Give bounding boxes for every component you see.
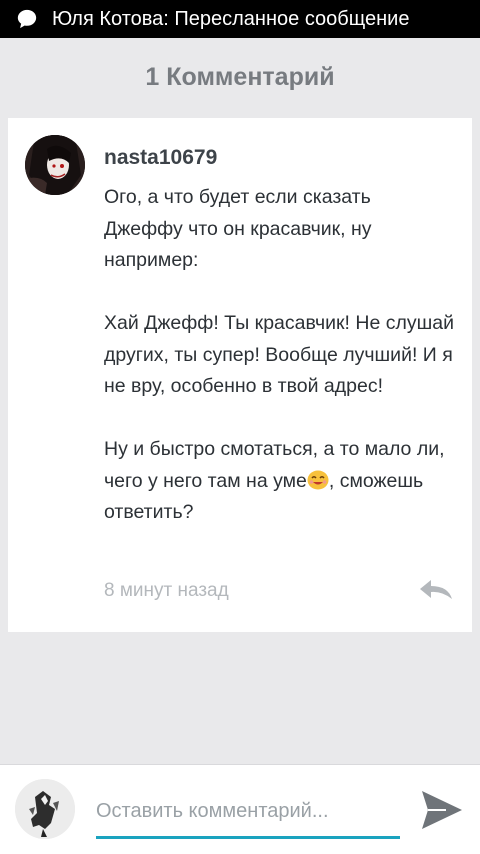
comment-text: Ого, а что будет если сказать Джеффу что… <box>104 182 454 529</box>
smiling-face-emoji <box>307 469 329 489</box>
comment-text-main: Ого, а что будет если сказать Джеффу что… <box>104 186 454 492</box>
comment-card: nasta10679 Ого, а что будет если сказать… <box>8 118 472 632</box>
comment-username[interactable]: nasta10679 <box>104 146 217 170</box>
chat-bubble-icon <box>16 8 38 30</box>
user-avatar[interactable] <box>25 135 85 195</box>
my-avatar[interactable] <box>15 779 75 839</box>
window-title: Юля Котова: Пересланное сообщение <box>52 7 410 30</box>
comment-composer <box>0 764 480 854</box>
title-bar: Юля Котова: Пересланное сообщение <box>0 0 480 38</box>
comment-input[interactable] <box>96 793 400 839</box>
send-icon[interactable] <box>420 789 464 831</box>
comment-timestamp: 8 минут назад <box>104 580 229 601</box>
comments-count-heading: 1 Комментарий <box>145 62 335 91</box>
reply-icon[interactable] <box>418 578 454 602</box>
